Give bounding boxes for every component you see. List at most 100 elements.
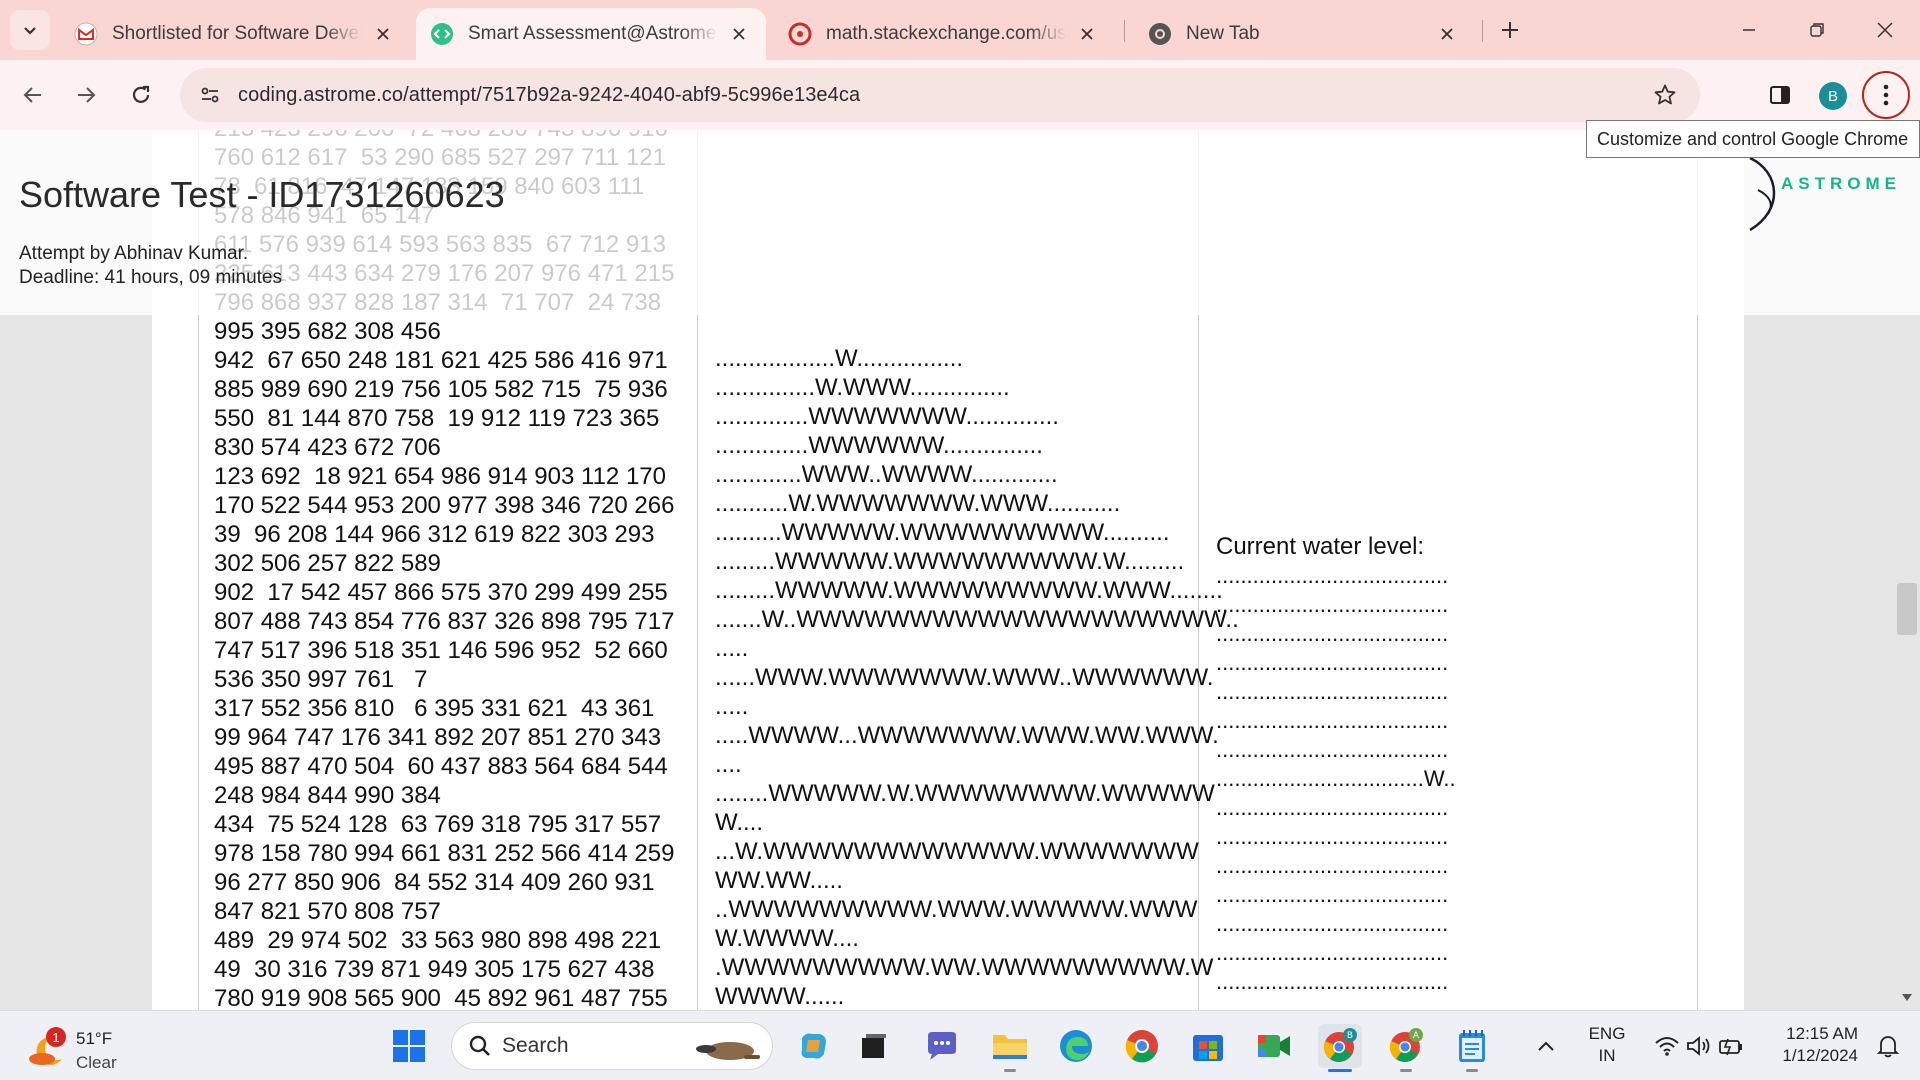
tab-separator — [1124, 20, 1125, 42]
arrow-left-icon — [23, 87, 41, 103]
url-text[interactable]: coding.astrome.co/attempt/7517b92a-9242-… — [238, 84, 860, 107]
bell-icon — [1877, 1036, 1899, 1058]
grid-line: .........WWWWW.WWWWWWWWW.WWW........ — [715, 577, 1223, 604]
output-line: 99 964 747 176 341 892 207 851 270 343 — [214, 724, 662, 751]
windows-taskbar: 1 51°F Clear Search B A ENG IN 12:15 AM … — [0, 1010, 1920, 1080]
close-icon[interactable] — [1434, 21, 1460, 47]
close-icon[interactable] — [726, 21, 752, 47]
water-line: ..................................W.. — [1216, 766, 1456, 791]
reload-button[interactable] — [121, 75, 161, 115]
forward-button[interactable] — [66, 75, 106, 115]
tab-strip: Shortlisted for Software Develo Smart As… — [0, 0, 1920, 60]
quick-settings-button[interactable] — [1644, 1024, 1754, 1068]
system-clock[interactable]: 12:15 AM 1/12/2024 — [1768, 1023, 1858, 1067]
output-line: 780 919 908 565 900 45 892 961 487 755 — [214, 985, 668, 1010]
svg-text:A: A — [1413, 1031, 1420, 1041]
grid-line: ..... — [715, 635, 749, 662]
weather-temp: 51°F — [76, 1029, 113, 1048]
clock-time: 12:15 AM — [1786, 1024, 1858, 1043]
scroll-down-button[interactable] — [1897, 988, 1917, 1008]
volume-icon — [1687, 1036, 1710, 1056]
stackexchange-icon — [788, 22, 812, 46]
close-icon[interactable] — [1074, 21, 1100, 47]
side-panel-icon — [1770, 86, 1790, 104]
notification-badge: 1 — [46, 1027, 66, 1047]
tab-math-stackexchange[interactable]: math.stackexchange.com/users — [774, 8, 1114, 60]
output-line: 830 574 423 672 706 — [214, 434, 441, 461]
wifi-icon — [1655, 1037, 1679, 1056]
close-window-button[interactable] — [1862, 10, 1908, 50]
chrome-icon: A — [1389, 1028, 1423, 1062]
water-line: ...................................... — [1216, 621, 1449, 646]
plus-icon — [1502, 22, 1518, 38]
taskbar-copilot[interactable] — [792, 1024, 836, 1068]
output-line: 434 75 524 128 63 769 318 795 317 557 — [214, 811, 662, 838]
restore-button[interactable] — [1794, 10, 1840, 50]
water-line: ...................................... — [1216, 940, 1449, 965]
start-button[interactable] — [387, 1024, 431, 1068]
folder-icon — [993, 1035, 1027, 1059]
input-language[interactable]: ENG IN — [1585, 1023, 1629, 1067]
water-line: ...................................... — [1216, 592, 1449, 617]
taskbar-notepad[interactable] — [1450, 1024, 1494, 1068]
taskbar-chrome[interactable] — [1120, 1024, 1164, 1068]
new-tab-button[interactable] — [1494, 14, 1526, 46]
taskbar-task-view[interactable] — [852, 1024, 896, 1068]
running-indicator — [1004, 1069, 1016, 1072]
tab-gmail[interactable]: Shortlisted for Software Develo — [60, 8, 410, 60]
close-icon[interactable] — [370, 21, 396, 47]
chevron-down-icon — [24, 27, 36, 35]
water-line: ...................................... — [1216, 969, 1449, 994]
output-line: 489 29 974 502 33 563 980 898 498 221 — [214, 927, 662, 954]
taskbar-search[interactable]: Search — [451, 1022, 773, 1070]
output-line: 885 989 690 219 756 105 582 715 75 936 — [214, 376, 668, 403]
grid-line: ......WWW.WWWWWWW.WWW..WWWWWW. — [715, 664, 1214, 691]
reload-icon — [132, 85, 150, 103]
water-line: ...................................... — [1216, 708, 1449, 733]
lang-code: ENG — [1588, 1024, 1626, 1043]
profile-avatar[interactable]: B — [1819, 82, 1847, 110]
grid-line: .... — [715, 751, 742, 778]
chevron-up-icon — [1538, 1041, 1554, 1051]
water-level-output: ........................................… — [1216, 561, 1456, 996]
show-hidden-icons-button[interactable] — [1526, 1024, 1566, 1068]
water-line: ...................................... — [1216, 650, 1449, 675]
side-panel-button[interactable] — [1760, 75, 1800, 115]
water-line: ...................................... — [1216, 737, 1449, 762]
minimize-button[interactable] — [1726, 10, 1772, 50]
output-line: 170 522 544 953 200 977 398 346 720 266 — [214, 492, 675, 519]
bookmark-star-icon[interactable] — [1646, 76, 1684, 114]
output-line: 995 395 682 308 456 — [214, 318, 441, 345]
taskbar-chrome-profile-a[interactable]: A — [1384, 1024, 1428, 1068]
grid-output: ..................W.....................… — [715, 344, 1239, 1010]
address-bar[interactable]: coding.astrome.co/attempt/7517b92a-9242-… — [180, 68, 1700, 122]
taskbar-teams[interactable] — [920, 1024, 964, 1068]
grid-line: ..............WWWWWW............... — [715, 432, 1043, 459]
chrome-icon: B — [1323, 1028, 1357, 1062]
scrollbar-thumb[interactable] — [1897, 583, 1917, 635]
taskbar-chrome-profile-b[interactable]: B — [1318, 1024, 1362, 1068]
taskbar-file-explorer[interactable] — [988, 1024, 1032, 1068]
chat-icon — [928, 1032, 956, 1060]
weather-widget[interactable]: 1 51°F Clear — [26, 1019, 136, 1073]
tab-new-tab[interactable]: New Tab — [1134, 8, 1474, 60]
close-icon — [1877, 22, 1893, 38]
chrome-menu-button[interactable] — [1862, 71, 1910, 119]
back-button[interactable] — [13, 75, 53, 115]
output-line: 248 984 844 990 384 — [214, 782, 441, 809]
water-line: ...................................... — [1216, 563, 1449, 588]
taskbar-store[interactable] — [1186, 1024, 1230, 1068]
notifications-button[interactable] — [1868, 1024, 1908, 1068]
output-line: 39 96 208 144 966 312 619 822 303 293 — [214, 521, 655, 548]
tab-title: Shortlisted for Software Develo — [112, 23, 362, 44]
output-line: 536 350 997 761 7 — [214, 666, 428, 693]
site-info-icon[interactable] — [190, 75, 230, 115]
grid-line: .....WWWW...WWWWWWW.WWW.WW.WWW. — [715, 722, 1219, 749]
water-line: ...................................... — [1216, 882, 1449, 907]
tab-search-button[interactable] — [10, 10, 50, 50]
taskbar-edge[interactable] — [1054, 1024, 1098, 1068]
taskbar-meet[interactable] — [1252, 1024, 1296, 1068]
tab-title: math.stackexchange.com/users — [826, 23, 1066, 44]
tab-smart-assessment[interactable]: Smart Assessment@Astrome: S — [416, 8, 766, 60]
clock-date: 1/12/2024 — [1782, 1046, 1858, 1065]
